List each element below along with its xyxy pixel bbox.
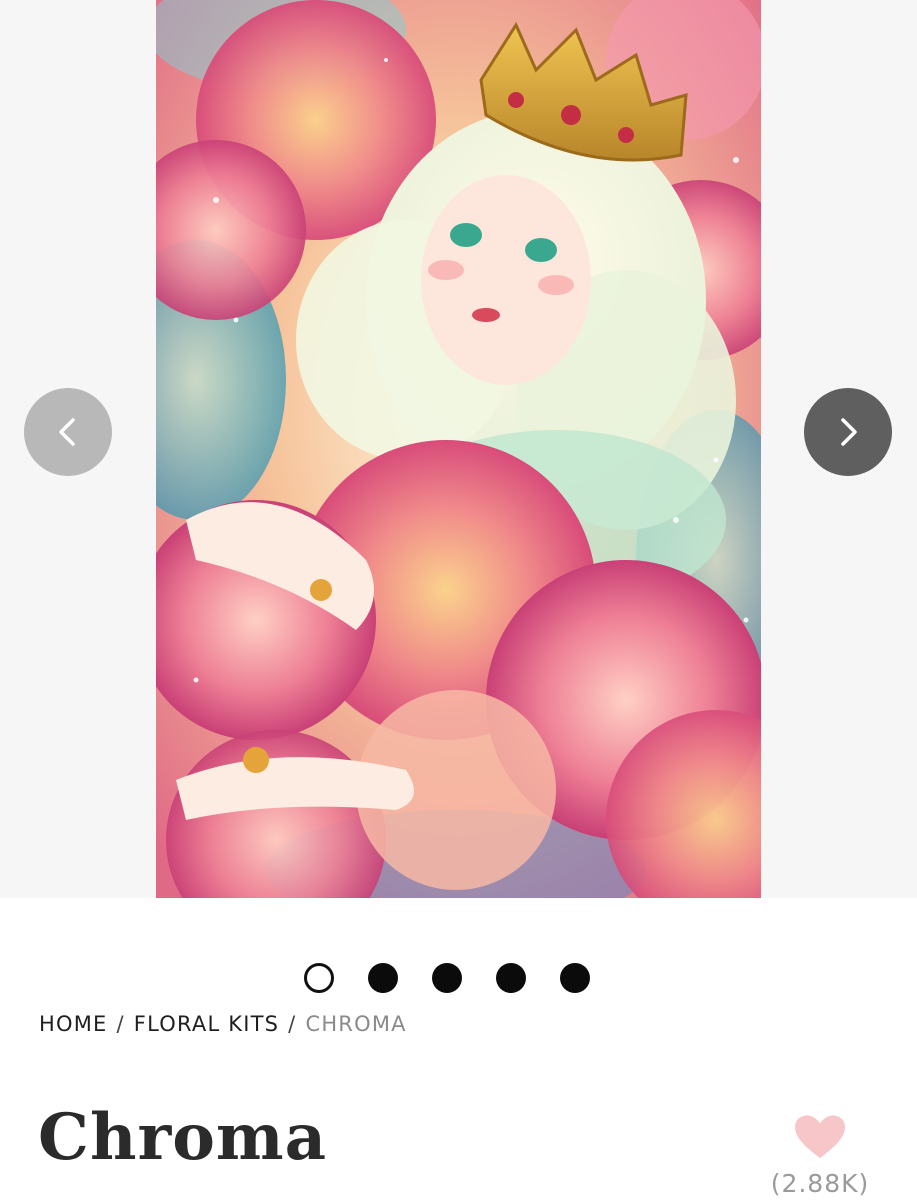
heart-icon [795,1115,845,1158]
product-image-gallery [0,0,917,898]
breadcrumb-category-link[interactable]: FLORAL KITS [134,1012,279,1036]
favorite-button[interactable] [794,1115,846,1159]
gallery-prev-button[interactable] [24,388,112,476]
breadcrumb: HOME / FLORAL KITS / CHROMA [39,1012,407,1036]
gallery-dot-1[interactable] [304,963,334,993]
breadcrumb-current: CHROMA [305,1012,407,1036]
chevron-left-icon [59,418,75,446]
gallery-next-button[interactable] [804,388,892,476]
gallery-dot-5[interactable] [560,963,590,993]
breadcrumb-separator: / [116,1012,125,1036]
gallery-dot-2[interactable] [368,963,398,993]
chevron-right-icon [841,418,857,446]
gallery-dot-3[interactable] [432,963,462,993]
gallery-pagination-dots [304,963,590,997]
gallery-dot-4[interactable] [496,963,526,993]
product-title: Chroma [38,1100,328,1175]
product-artwork-image[interactable] [156,0,761,898]
breadcrumb-home-link[interactable]: HOME [39,1012,108,1036]
favorite-widget: (2.88K) [760,1115,880,1198]
breadcrumb-separator: / [288,1012,297,1036]
favorite-count: (2.88K) [770,1169,870,1198]
